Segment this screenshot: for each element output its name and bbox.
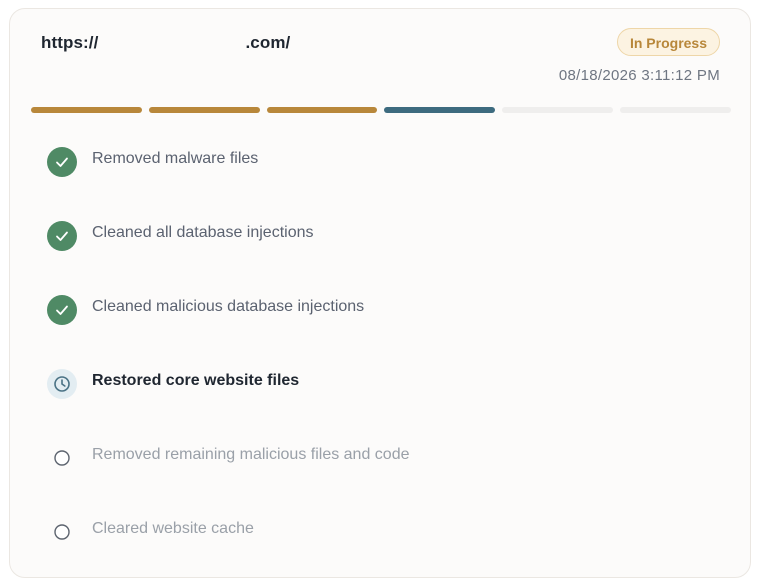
step-item: Removed malware files [47,145,727,177]
clock-icon [47,369,77,399]
step-item: Cleaned malicious database injections [47,293,727,325]
empty-circle-icon [47,517,77,547]
step-label: Cleared website cache [92,520,254,537]
progress-segment [620,107,731,113]
step-label: Removed remaining malicious files and co… [92,446,410,463]
step-item: Removed remaining malicious files and co… [47,441,727,473]
scan-progress-card: https:// .com/ In Progress 08/18/2026 3:1… [9,8,751,578]
progress-segment [31,107,142,113]
step-item: Cleared website cache [47,515,727,547]
status-badge: In Progress [616,28,720,56]
step-label: Restored core website files [92,372,300,389]
check-circle-icon [47,295,77,325]
progress-segment [384,107,496,113]
progress-bar [31,107,731,113]
step-label: Cleaned all database injections [92,224,314,241]
step-label: Removed malware files [92,150,259,167]
progress-segment [266,107,378,113]
check-circle-icon [47,221,77,251]
url-suffix: .com/ [245,33,291,52]
site-url: https:// .com/ [41,33,290,53]
check-circle-icon [47,147,77,177]
step-label: Cleaned malicious database injections [92,298,365,315]
progress-segment [148,107,260,113]
timestamp: 08/18/2026 3:11:12 PM [558,67,720,84]
empty-circle-icon [47,443,77,473]
progress-segment [502,107,614,113]
step-item: Cleaned all database injections [47,219,727,251]
step-item: Restored core website files [47,367,727,399]
url-prefix: https:// [41,33,99,52]
